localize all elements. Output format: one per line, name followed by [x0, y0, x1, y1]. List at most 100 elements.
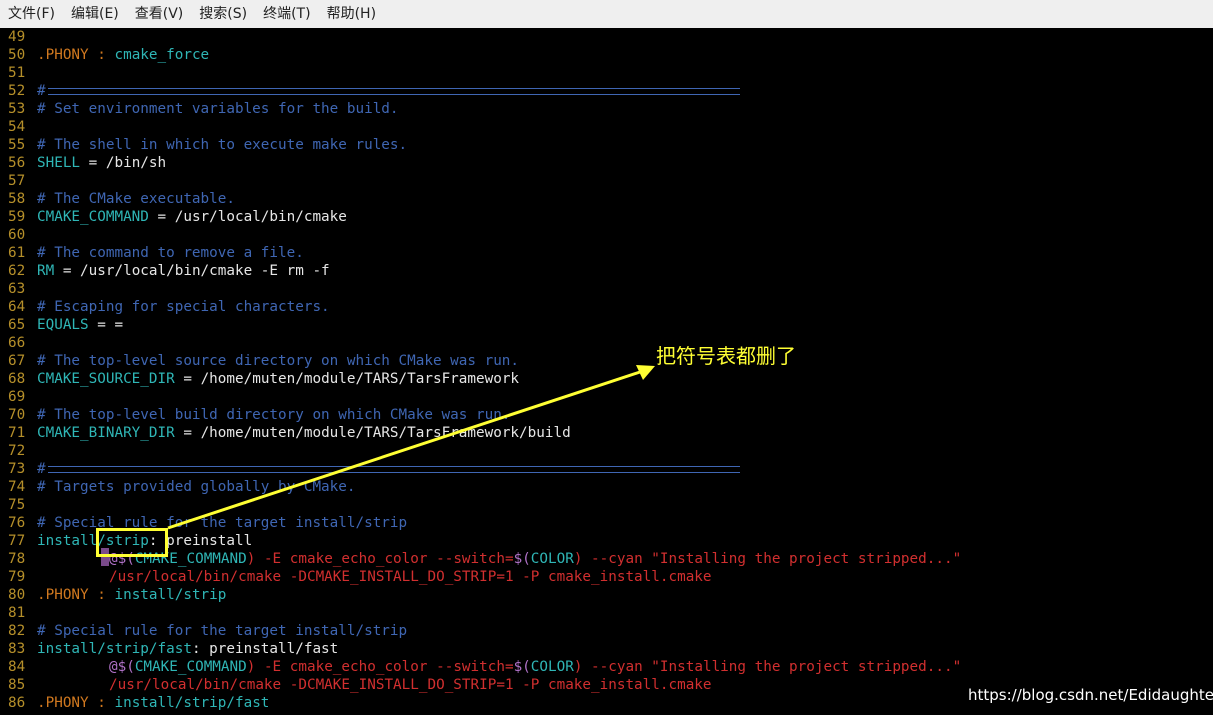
assign-operator: =	[54, 263, 81, 279]
variable-value: /bin/sh	[105, 155, 167, 171]
variable-value: /home/muten/module/TARS/TarsFramework	[200, 371, 520, 387]
line-number: 53	[8, 101, 26, 117]
comment: # Special rule for the target install/st…	[37, 515, 408, 531]
recipe-text: ) -E cmake_echo_color --switch=	[246, 551, 514, 567]
variable-value: /usr/local/bin/cmake -E rm -f	[80, 263, 330, 279]
line-number: 80	[8, 587, 26, 603]
dollar-paren: $(	[513, 551, 531, 567]
line-number: 65	[8, 317, 26, 333]
line-number: 57	[8, 173, 26, 189]
recipe-variable: COLOR	[530, 551, 574, 567]
target-prerequisite: preinstall	[166, 533, 253, 549]
menu-view[interactable]: 查看(V)	[127, 1, 192, 27]
line-number: 74	[8, 479, 26, 495]
line-number: 58	[8, 191, 26, 207]
recipe-text: ) -E cmake_echo_color --switch=	[246, 659, 514, 675]
phony-keyword: .PHONY	[37, 587, 89, 603]
recipe-command: /usr/local/bin/cmake -DCMAKE_INSTALL_DO_…	[109, 569, 712, 585]
separator-rule	[48, 466, 740, 473]
variable-value: /home/muten/module/TARS/TarsFramework/bu…	[200, 425, 571, 441]
line-number: 63	[8, 281, 26, 297]
menu-edit[interactable]: 编辑(E)	[63, 1, 127, 27]
variable-value: =	[114, 317, 124, 333]
comment: # Set environment variables for the buil…	[37, 101, 399, 117]
line-number: 78	[8, 551, 26, 567]
line-number: 59	[8, 209, 26, 225]
menu-terminal[interactable]: 终端(T)	[255, 1, 318, 27]
comment-hash: #	[37, 83, 46, 99]
line-number: 72	[8, 443, 26, 459]
comment: # The shell in which to execute make rul…	[37, 137, 408, 153]
recipe-text: ) --cyan "Installing the project strippe…	[573, 551, 962, 567]
recipe-variable: CMAKE_COMMAND	[134, 659, 247, 675]
variable-name: CMAKE_COMMAND	[37, 209, 149, 225]
line-number: 49	[8, 29, 26, 45]
make-target: install/strip/fast	[37, 641, 192, 657]
assign-operator: =	[88, 317, 115, 333]
menu-bar: 文件(F) 编辑(E) 查看(V) 搜索(S) 终端(T) 帮助(H)	[0, 0, 1213, 29]
phony-target: install/strip	[114, 587, 227, 603]
terminal-editor[interactable]: 49 50 .PHONY : cmake_force 51 52 # 53 # Set…	[0, 28, 1213, 715]
menu-file[interactable]: 文件(F)	[0, 1, 63, 27]
line-number: 51	[8, 65, 26, 81]
comment: # Targets provided globally by CMake.	[37, 479, 356, 495]
phony-target: cmake_force	[114, 47, 210, 63]
dollar-paren: $(	[513, 659, 531, 675]
comment: # The top-level source directory on whic…	[37, 353, 520, 369]
line-number: 61	[8, 245, 26, 261]
line-number: 77	[8, 533, 26, 549]
recipe-command: /usr/local/bin/cmake -DCMAKE_INSTALL_DO_…	[109, 677, 712, 693]
colon: :	[88, 47, 115, 63]
recipe-text: ) --cyan "Installing the project strippe…	[573, 659, 962, 675]
annotation-highlight-box	[96, 528, 168, 557]
line-number: 54	[8, 119, 26, 135]
comment-hash: #	[37, 461, 46, 477]
watermark: https://blog.csdn.net/Edidaughter	[968, 686, 1213, 704]
line-number: 66	[8, 335, 26, 351]
dollar-paren: $(	[117, 659, 135, 675]
line-number: 70	[8, 407, 26, 423]
variable-name: SHELL	[37, 155, 81, 171]
line-number: 83	[8, 641, 26, 657]
variable-name: CMAKE_BINARY_DIR	[37, 425, 175, 441]
line-number: 85	[8, 677, 26, 693]
comment: # The top-level build directory on which…	[37, 407, 511, 423]
line-number: 75	[8, 497, 26, 513]
menu-help[interactable]: 帮助(H)	[319, 1, 384, 27]
comment: # Escaping for special characters.	[37, 299, 330, 315]
line-number: 52	[8, 83, 26, 99]
phony-keyword: .PHONY	[37, 47, 89, 63]
assign-operator: =	[174, 371, 201, 387]
line-number: 76	[8, 515, 26, 531]
menu-search[interactable]: 搜索(S)	[191, 1, 255, 27]
line-number: 68	[8, 371, 26, 387]
line-number: 84	[8, 659, 26, 675]
line-number: 81	[8, 605, 26, 621]
assign-operator: =	[174, 425, 201, 441]
line-number: 71	[8, 425, 26, 441]
assign-operator: =	[80, 155, 106, 171]
line-number: 50	[8, 47, 26, 63]
line-number: 69	[8, 389, 26, 405]
variable-name: RM	[37, 263, 55, 279]
annotation-text: 把符号表都删了	[656, 344, 796, 368]
recipe-variable: COLOR	[530, 659, 574, 675]
variable-value: /usr/local/bin/cmake	[174, 209, 347, 225]
colon: :	[88, 587, 115, 603]
line-number: 82	[8, 623, 26, 639]
line-number: 64	[8, 299, 26, 315]
variable-name: CMAKE_SOURCE_DIR	[37, 371, 175, 387]
colon: :	[191, 641, 210, 657]
line-number: 73	[8, 461, 26, 477]
phony-keyword: .PHONY	[37, 695, 89, 711]
line-number: 62	[8, 263, 26, 279]
line-number: 86	[8, 695, 26, 711]
at-sign: @	[109, 659, 118, 675]
target-prerequisite: preinstall/fast	[209, 641, 339, 657]
comment: # Special rule for the target install/st…	[37, 623, 408, 639]
line-number: 67	[8, 353, 26, 369]
separator-rule	[48, 88, 740, 95]
line-number: 79	[8, 569, 26, 585]
line-number: 56	[8, 155, 26, 171]
assign-operator: =	[148, 209, 175, 225]
